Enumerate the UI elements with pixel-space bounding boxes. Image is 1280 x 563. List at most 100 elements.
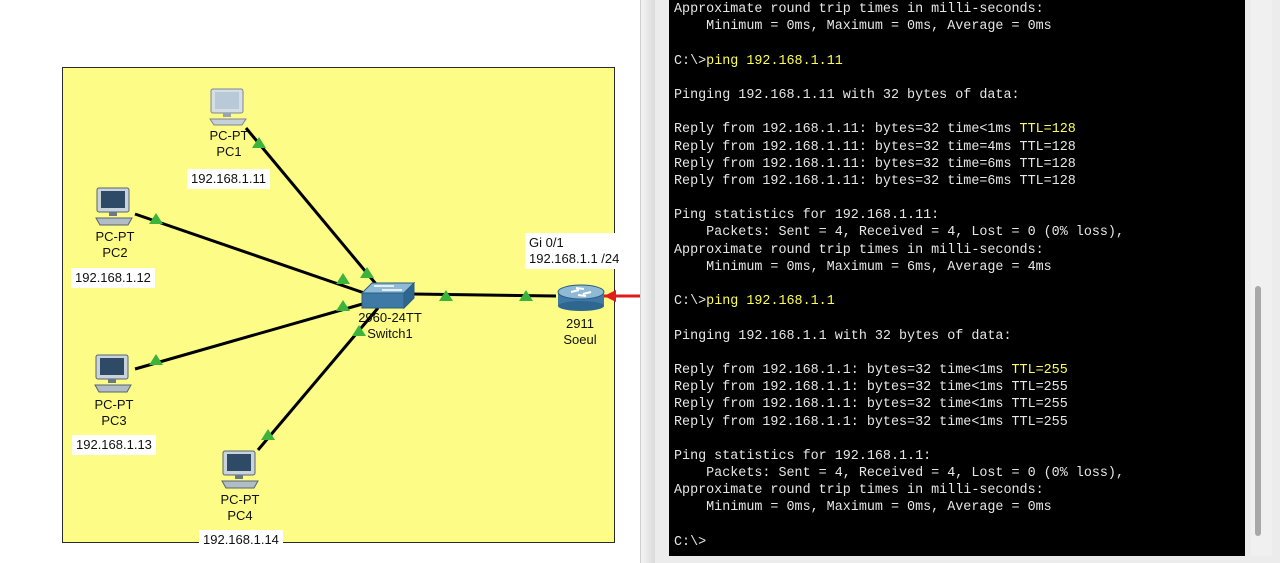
pc3-device[interactable] xyxy=(92,354,134,399)
terminal-text: Packets: Sent = 4, Received = 4, Lost = … xyxy=(674,466,1124,482)
terminal-line: Packets: Sent = 4, Received = 4, Lost = … xyxy=(674,224,1124,241)
pc2-device[interactable] xyxy=(93,187,135,232)
terminal-line: Approximate round trip times in milli-se… xyxy=(674,482,1124,499)
terminal-lines: Approximate round trip times in milli-se… xyxy=(674,1,1124,551)
terminal-text: Approximate round trip times in milli-se… xyxy=(674,242,1044,258)
terminal-line: Packets: Sent = 4, Received = 4, Lost = … xyxy=(674,465,1124,482)
terminal-line: Pinging 192.168.1.1 with 32 bytes of dat… xyxy=(674,328,1124,345)
terminal-highlight-text: TTL=255 xyxy=(1011,362,1068,378)
pc1-device[interactable] xyxy=(207,88,249,131)
terminal-text: Ping statistics for 192.168.1.11: xyxy=(674,208,940,224)
terminal-highlight-text: ping 192.168.1.1 xyxy=(706,294,835,310)
terminal-line: Approximate round trip times in milli-se… xyxy=(674,242,1124,259)
terminal-text: Pinging 192.168.1.11 with 32 bytes of da… xyxy=(674,87,1020,103)
terminal-text: Approximate round trip times in milli-se… xyxy=(674,2,1044,17)
terminal-text: C:\> xyxy=(674,53,707,69)
terminal-line: Ping statistics for 192.168.1.11: xyxy=(674,207,1124,224)
command-prompt-window: Approximate round trip times in milli-se… xyxy=(655,0,1280,563)
pc2-label: PC-PT PC2 xyxy=(85,229,145,261)
device-name: Soeul xyxy=(563,332,597,347)
device-name: PC2 xyxy=(102,245,128,260)
link-up-indicator xyxy=(336,300,350,311)
terminal-line: Ping statistics for 192.168.1.1: xyxy=(674,448,1124,465)
pc4-label: PC-PT PC4 xyxy=(210,492,270,524)
terminal-text: Pinging 192.168.1.1 with 32 bytes of dat… xyxy=(674,328,1012,344)
device-type: PC-PT xyxy=(209,128,249,143)
pc1-ip-label: 192.168.1.11 xyxy=(187,169,270,189)
device-name: PC3 xyxy=(101,413,127,428)
scrollbar-thumb[interactable] xyxy=(1255,286,1261,536)
link-pc2-switch[interactable] xyxy=(134,212,374,298)
device-type: PC-PT xyxy=(94,397,134,412)
terminal-line: Minimum = 0ms, Maximum = 0ms, Average = … xyxy=(674,18,1124,35)
device-name: PC4 xyxy=(227,508,253,523)
pc3-label: PC-PT PC3 xyxy=(84,397,144,429)
terminal-highlight-text: TTL=128 xyxy=(1019,122,1076,138)
pc-icon xyxy=(221,450,259,489)
terminal-line: C:\>ping 192.168.1.11 xyxy=(674,53,1124,70)
link-pc3-switch[interactable] xyxy=(134,299,374,371)
terminal-text: Reply from 192.168.1.11: bytes=32 time=4… xyxy=(674,139,1076,155)
terminal-scrollbar[interactable] xyxy=(1251,0,1272,556)
terminal-line: Approximate round trip times in milli-se… xyxy=(674,1,1124,18)
link-router-external[interactable] xyxy=(604,290,640,302)
pane-splitter[interactable] xyxy=(640,0,656,563)
terminal-output[interactable]: Approximate round trip times in milli-se… xyxy=(669,0,1245,556)
switch-icon xyxy=(360,281,416,310)
pc4-device[interactable] xyxy=(219,450,261,495)
topology-canvas[interactable]: PC-PT PC1 192.168.1.11 PC-PT PC2 192.168… xyxy=(0,0,640,563)
link-up-indicator xyxy=(149,354,163,365)
pc3-ip-label: 192.168.1.13 xyxy=(72,435,156,455)
terminal-line: Reply from 192.168.1.1: bytes=32 time<1m… xyxy=(674,379,1124,396)
terminal-line: C:\>ping 192.168.1.1 xyxy=(674,293,1124,310)
terminal-line: Reply from 192.168.1.1: bytes=32 time<1m… xyxy=(674,396,1124,413)
terminal-line: Minimum = 0ms, Maximum = 6ms, Average = … xyxy=(674,259,1124,276)
terminal-line: Reply from 192.168.1.1: bytes=32 time<1m… xyxy=(674,414,1124,431)
link-pc1-switch[interactable] xyxy=(244,127,383,291)
pc2-ip-label: 192.168.1.12 xyxy=(71,268,155,288)
router-interface-label: Gi 0/1 192.168.1.1 /24 xyxy=(525,233,624,269)
terminal-line: Reply from 192.168.1.11: bytes=32 time=6… xyxy=(674,173,1124,190)
terminal-text: Reply from 192.168.1.11: bytes=32 time<1… xyxy=(674,122,1020,138)
device-name: PC1 xyxy=(216,144,242,159)
terminal-line: C:\> xyxy=(674,534,1124,551)
switch1-label: 2960-24TT Switch1 xyxy=(350,310,430,342)
terminal-text: C:\> xyxy=(674,534,707,550)
device-type: PC-PT xyxy=(220,492,260,507)
terminal-text: Reply from 192.168.1.1: bytes=32 time<1m… xyxy=(674,362,1012,378)
terminal-text: C:\> xyxy=(674,294,707,310)
terminal-text: Minimum = 0ms, Maximum = 6ms, Average = … xyxy=(674,259,1052,275)
pc-icon xyxy=(209,88,247,126)
device-name: Switch1 xyxy=(367,326,413,341)
link-switch-router[interactable] xyxy=(412,290,557,301)
router-device[interactable] xyxy=(556,282,606,317)
terminal-line: Minimum = 0ms, Maximum = 0ms, Average = … xyxy=(674,499,1124,516)
terminal-text: Reply from 192.168.1.1: bytes=32 time<1m… xyxy=(674,414,1068,430)
terminal-line: Reply from 192.168.1.11: bytes=32 time=4… xyxy=(674,139,1124,156)
router-icon xyxy=(557,284,605,311)
terminal-text: Reply from 192.168.1.1: bytes=32 time<1m… xyxy=(674,380,1068,396)
device-type: PC-PT xyxy=(95,229,135,244)
terminal-text: Approximate round trip times in milli-se… xyxy=(674,483,1044,499)
terminal-text: Ping statistics for 192.168.1.1: xyxy=(674,448,932,464)
interface-address: 192.168.1.1 /24 xyxy=(529,251,620,266)
pc-icon xyxy=(95,187,133,226)
interface-name: Gi 0/1 xyxy=(529,235,564,250)
terminal-text: Reply from 192.168.1.11: bytes=32 time=6… xyxy=(674,173,1076,189)
terminal-text: Minimum = 0ms, Maximum = 0ms, Average = … xyxy=(674,500,1052,516)
pc4-ip-label: 192.168.1.14 xyxy=(199,530,283,550)
terminal-line: Reply from 192.168.1.1: bytes=32 time<1m… xyxy=(674,362,1124,379)
terminal-line: Reply from 192.168.1.11: bytes=32 time<1… xyxy=(674,121,1124,138)
terminal-line: Pinging 192.168.1.11 with 32 bytes of da… xyxy=(674,87,1124,104)
terminal-line: Reply from 192.168.1.11: bytes=32 time=6… xyxy=(674,156,1124,173)
device-type: 2960-24TT xyxy=(358,310,422,325)
terminal-text: Reply from 192.168.1.11: bytes=32 time=6… xyxy=(674,156,1076,172)
